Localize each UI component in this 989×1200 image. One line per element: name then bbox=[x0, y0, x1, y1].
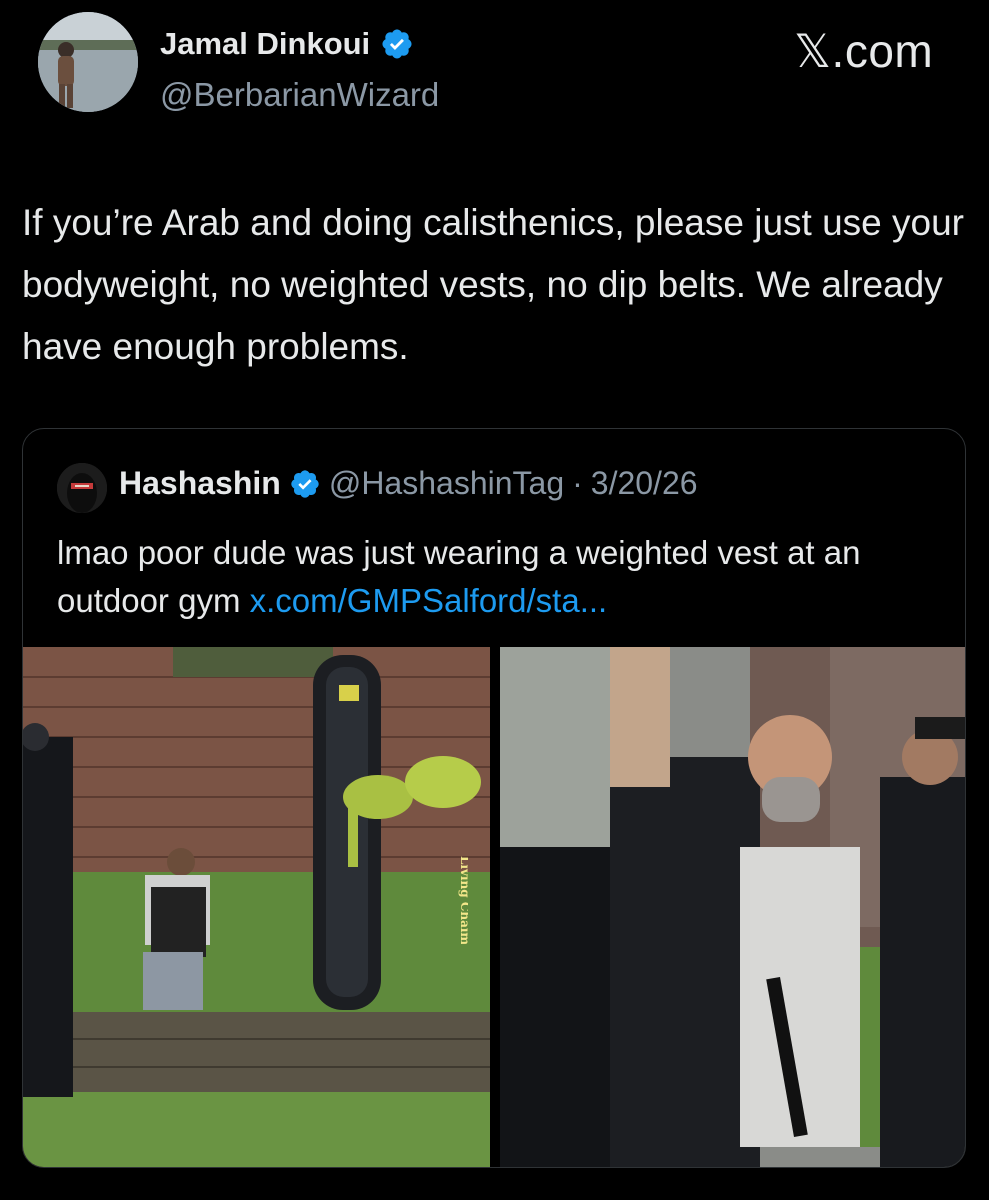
verified-badge-icon bbox=[382, 29, 412, 59]
quoted-tweet-card[interactable]: Hashashin @HashashinTag · 3/20/26 lmao p… bbox=[22, 428, 966, 1168]
quote-header: Hashashin @HashashinTag · 3/20/26 bbox=[119, 465, 698, 502]
quote-verified-badge-icon bbox=[291, 469, 319, 498]
media-image-arrest[interactable] bbox=[500, 647, 965, 1167]
photo-outdoor-gym bbox=[23, 647, 490, 1167]
watermark-text: Living Chaim bbox=[458, 856, 468, 944]
author-avatar[interactable] bbox=[38, 12, 138, 112]
quote-author-name[interactable]: Hashashin bbox=[119, 465, 281, 502]
author-name[interactable]: Jamal Dinkoui bbox=[160, 26, 414, 62]
quote-author-handle[interactable]: @HashashinTag bbox=[329, 465, 564, 502]
quote-avatar-photo bbox=[57, 463, 107, 513]
avatar-photo bbox=[38, 12, 138, 112]
author-name-text: Jamal Dinkoui bbox=[160, 26, 371, 61]
quote-separator: · bbox=[572, 465, 583, 501]
photo-arrest bbox=[500, 647, 965, 1167]
quote-date[interactable]: 3/20/26 bbox=[591, 465, 698, 502]
quote-text: lmao poor dude was just wearing a weight… bbox=[57, 529, 957, 625]
media-image-outdoor-gym[interactable]: Living Chaim bbox=[23, 647, 490, 1167]
x-logo-icon: 𝕏.com bbox=[794, 25, 934, 77]
quote-author-avatar[interactable] bbox=[57, 463, 107, 513]
quote-media[interactable]: Living Chaim bbox=[23, 647, 965, 1167]
author-handle[interactable]: @BerbarianWizard bbox=[160, 76, 439, 114]
quote-link[interactable]: x.com/GMPSalford/sta... bbox=[250, 582, 608, 619]
media-watermark: Living Chaim bbox=[444, 852, 472, 945]
tweet-text: If you’re Arab and doing calisthenics, p… bbox=[22, 202, 965, 367]
